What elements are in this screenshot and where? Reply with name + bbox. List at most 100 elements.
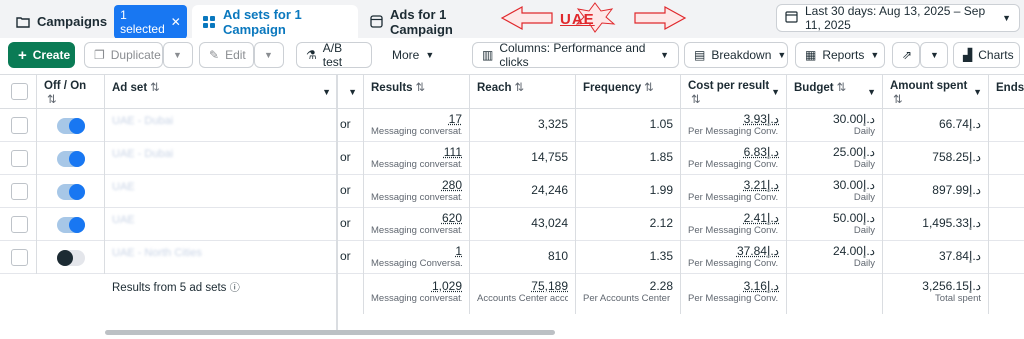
header-reach[interactable]: Reach ⇅: [470, 75, 576, 109]
tab-campaigns[interactable]: Campaigns 1 selected ✕: [6, 5, 188, 38]
adset-name-cell[interactable]: UAE: [105, 208, 338, 241]
close-icon[interactable]: ✕: [171, 15, 181, 29]
ends-cell: [989, 241, 1024, 274]
date-range-picker[interactable]: Last 30 days: Aug 13, 2025 – Sep 11, 202…: [776, 4, 1020, 32]
breakdown-button[interactable]: ▤ Breakdown ▼: [684, 42, 788, 68]
adset-name[interactable]: UAE - Dubai: [112, 115, 332, 137]
chevron-down-icon: ▼: [425, 50, 434, 60]
reports-button[interactable]: ▦ Reports ▼: [795, 42, 885, 68]
adset-name-cell[interactable]: UAE - Dubai: [105, 109, 338, 142]
row-checkbox[interactable]: [11, 150, 28, 167]
results-sub: Messaging conversat...: [371, 126, 462, 137]
adset-name[interactable]: UAE - North Cities: [112, 247, 332, 269]
export-menu-button[interactable]: ▼: [920, 42, 948, 68]
chevron-down-icon: ▼: [867, 87, 876, 97]
delivery-toggle[interactable]: [57, 118, 85, 134]
delivery-toggle[interactable]: [57, 250, 85, 266]
charts-button[interactable]: ▟ Charts: [953, 42, 1020, 68]
cpr-sub: Per Messaging Conv...: [688, 225, 779, 236]
table-row[interactable]: UAE - North Cities or 1 Messaging Conver…: [0, 241, 1024, 274]
summary-spent-value: 3,256.15د.إ: [890, 279, 981, 293]
duplicate-icon: ❐: [94, 48, 105, 62]
spent-value: 897.99د.إ: [890, 183, 981, 197]
header-results[interactable]: Results ⇅: [364, 75, 470, 109]
create-button[interactable]: + Create: [8, 42, 75, 68]
chevron-down-icon: ▼: [660, 50, 669, 60]
frequency-value: 1.35: [583, 249, 673, 263]
budget-sub: Daily: [794, 192, 875, 203]
adset-name-cell[interactable]: UAE - North Cities: [105, 241, 338, 274]
delivery-toggle[interactable]: [57, 151, 85, 167]
summary-label: Results from 5 ad sets: [112, 282, 226, 294]
tab-adsets[interactable]: Ad sets for 1 Campaign: [192, 5, 358, 38]
tab-ads[interactable]: Ads for 1 Campaign: [360, 5, 505, 38]
spent-value: 37.84د.إ: [890, 249, 981, 263]
selected-pill[interactable]: 1 selected ✕: [114, 5, 187, 39]
table-row[interactable]: UAE or 280 Messaging conversat... 24,246…: [0, 175, 1024, 208]
header-delivery[interactable]: ▼: [338, 75, 364, 109]
delivery-toggle[interactable]: [57, 217, 85, 233]
summary-spent: 3,256.15د.إ Total spent: [883, 274, 989, 314]
header-frequency[interactable]: Frequency ⇅: [576, 75, 681, 109]
export-button[interactable]: ⇗: [892, 42, 920, 68]
budget-value: 25.00د.إ: [794, 145, 875, 159]
chart-icon: ▟: [963, 48, 972, 62]
duplicate-button[interactable]: ❐ Duplicate: [84, 42, 163, 68]
budget-cell[interactable]: 24.00د.إ Daily: [787, 241, 883, 274]
header-reach-label: Reach: [477, 82, 512, 94]
adset-name[interactable]: UAE: [112, 214, 332, 236]
header-adset[interactable]: Ad set ⇅ ▼: [105, 75, 338, 109]
table-row[interactable]: UAE or 620 Messaging conversat... 43,024…: [0, 208, 1024, 241]
sort-icon: ⇅: [150, 82, 160, 94]
table-row[interactable]: UAE - Dubai or 111 Messaging conversat..…: [0, 142, 1024, 175]
results-sub: Messaging conversat...: [371, 159, 462, 170]
budget-cell[interactable]: 30.00د.إ Daily: [787, 175, 883, 208]
adset-name[interactable]: UAE: [112, 181, 332, 203]
header-off-on-label: Off / On: [44, 80, 86, 92]
adset-name-cell[interactable]: UAE - Dubai: [105, 142, 338, 175]
summary-cpr: 3.16د.إ Per Messaging Conv...: [681, 274, 787, 314]
header-budget[interactable]: Budget ⇅ ▼: [787, 75, 883, 109]
summary-results: 1,029 Messaging conversat...: [364, 274, 470, 314]
header-results-label: Results: [371, 82, 413, 94]
horizontal-scrollbar[interactable]: [105, 330, 555, 335]
adset-name[interactable]: UAE - Dubai: [112, 148, 332, 170]
tab-adsets-label: Ad sets for 1 Campaign: [223, 7, 348, 37]
adsets-table: Off / On ⇅ Ad set ⇅ ▼ ▼ Results ⇅ Reach ⇅ Fr…: [0, 74, 1024, 339]
edit-label: Edit: [225, 48, 246, 62]
header-ends[interactable]: Ends⇅: [989, 75, 1024, 109]
header-off-on[interactable]: Off / On ⇅: [37, 75, 105, 109]
ad-icon: [370, 15, 383, 28]
row-checkbox[interactable]: [11, 183, 28, 200]
duplicate-menu-button[interactable]: ▼: [163, 42, 193, 68]
adset-name-cell[interactable]: UAE: [105, 175, 338, 208]
date-range-label: Last 30 days: Aug 13, 2025 – Sep 11, 202…: [805, 4, 995, 32]
delivery-toggle[interactable]: [57, 184, 85, 200]
header-cost-per-result[interactable]: Cost per result ⇅ ▼: [681, 75, 787, 109]
budget-cell[interactable]: 50.00د.إ Daily: [787, 208, 883, 241]
summary-cpr-value: 3.16د.إ: [688, 279, 779, 293]
columns-icon: ▥: [482, 48, 493, 62]
edit-button[interactable]: ✎ Edit: [199, 42, 254, 68]
edit-menu-button[interactable]: ▼: [254, 42, 284, 68]
report-icon: ▦: [805, 48, 816, 62]
budget-value: 30.00د.إ: [794, 178, 875, 192]
more-button[interactable]: More ▼: [382, 42, 444, 68]
budget-cell[interactable]: 25.00د.إ Daily: [787, 142, 883, 175]
columns-button[interactable]: ▥ Columns: Performance and clicks ▼: [472, 42, 679, 68]
summary-frequency: 2.28 Per Accounts Center ...: [576, 274, 681, 314]
row-checkbox[interactable]: [11, 249, 28, 266]
summary-reach-value: 75,189: [477, 279, 568, 293]
header-amount-spent[interactable]: Amount spent ⇅ ▼: [883, 75, 989, 109]
header-spent-label: Amount spent: [890, 80, 967, 92]
row-checkbox[interactable]: [11, 117, 28, 134]
cpr-value: 3.21د.إ: [688, 178, 779, 192]
info-icon[interactable]: ⓘ: [230, 283, 240, 294]
select-all-checkbox[interactable]: [11, 83, 28, 100]
cpr-value: 3.93د.إ: [688, 112, 779, 126]
results-sub: Messaging conversat...: [371, 192, 462, 203]
ab-test-button[interactable]: ⚗ A/B test: [296, 42, 372, 68]
budget-cell[interactable]: 30.00د.إ Daily: [787, 109, 883, 142]
table-row[interactable]: UAE - Dubai or 17 Messaging conversat...…: [0, 109, 1024, 142]
row-checkbox[interactable]: [11, 216, 28, 233]
